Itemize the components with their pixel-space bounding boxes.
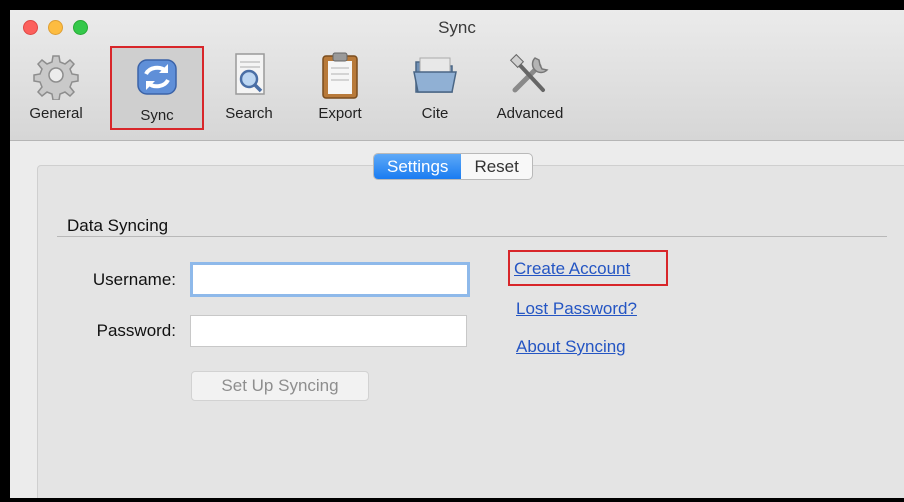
toolbar-search-label: Search	[225, 105, 273, 122]
clipboard-icon	[315, 50, 365, 100]
toolbar-general-button[interactable]: General	[16, 50, 96, 128]
tools-icon	[505, 50, 555, 100]
password-label: Password:	[96, 321, 176, 340]
tab-settings[interactable]: Settings	[374, 154, 462, 179]
sync-arrows-icon	[132, 52, 182, 102]
toolbar-export-label: Export	[318, 105, 362, 122]
toolbar-cite-label: Cite	[421, 105, 449, 122]
folder-icon	[410, 50, 460, 100]
data-syncing-heading: Data Syncing	[67, 216, 169, 235]
toolbar-advanced-label: Advanced	[496, 105, 564, 122]
settings-reset-tabs: Settings Reset	[373, 153, 533, 180]
toolbar-advanced-button[interactable]: Advanced	[487, 50, 573, 128]
set-up-syncing-button[interactable]: Set Up Syncing	[191, 371, 369, 401]
create-account-link[interactable]: Create Account	[508, 250, 668, 286]
toolbar-cite-button[interactable]: Cite	[404, 50, 466, 128]
toolbar-export-button[interactable]: Export	[306, 50, 374, 128]
username-label: Username:	[92, 270, 176, 289]
toolbar-sync-button[interactable]: Sync	[110, 46, 204, 130]
toolbar-sync-label: Sync	[140, 107, 174, 124]
section-divider	[57, 236, 887, 237]
lost-password-link[interactable]: Lost Password?	[516, 299, 637, 319]
toolbar-search-button[interactable]: Search	[214, 50, 284, 128]
tab-reset[interactable]: Reset	[461, 154, 531, 179]
title-bar: Sync General Sync Search Export Cite Adv…	[10, 10, 904, 141]
username-input[interactable]	[190, 262, 470, 297]
toolbar-general-label: General	[29, 105, 83, 122]
password-input[interactable]	[190, 315, 467, 347]
about-syncing-link[interactable]: About Syncing	[516, 337, 626, 357]
window-title: Sync	[438, 18, 476, 37]
gear-icon	[31, 50, 81, 101]
search-document-icon	[224, 50, 274, 100]
preferences-window: Sync General Sync Search Export Cite Adv…	[10, 10, 904, 498]
